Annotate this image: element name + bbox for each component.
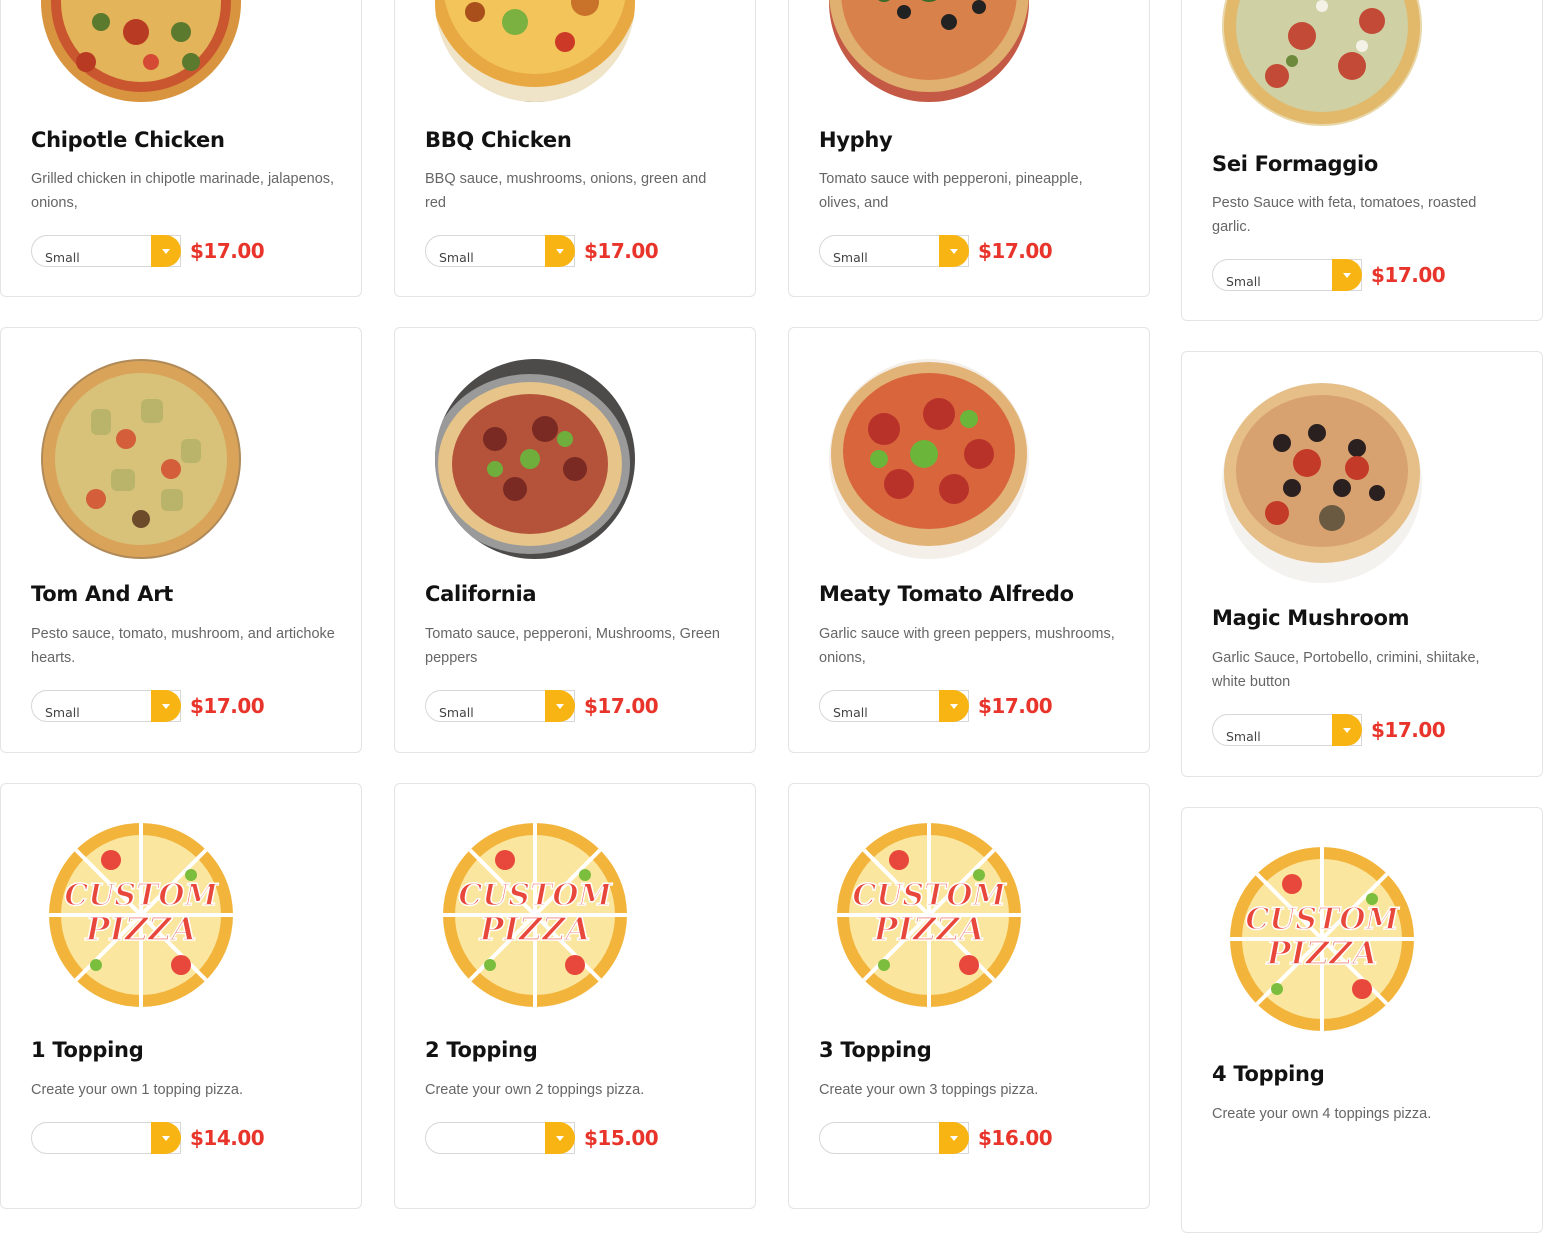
menu-grid: Chipotle Chicken Grilled chicken in chip… (0, 0, 1545, 1233)
hyphy-pizza-image[interactable] (829, 0, 1029, 102)
menu-card: CUSTOM PIZZA 2 Topping Create your own 2… (394, 783, 756, 1209)
dropdown-arrow-icon[interactable] (545, 690, 575, 722)
menu-card: CUSTOM PIZZA 1 Topping Create your own 1… (0, 783, 362, 1209)
pizza-description: Create your own 2 toppings pizza. (425, 1082, 645, 1098)
price: $16.00 (978, 1126, 1053, 1150)
size-select[interactable] (425, 1122, 575, 1154)
meaty-tomato-alfredo-pizza-image[interactable] (829, 359, 1029, 559)
pizza-description: BBQ sauce, mushrooms, onions, green and … (425, 171, 707, 211)
dropdown-arrow-icon[interactable] (1332, 259, 1362, 291)
price: $15.00 (584, 1126, 659, 1150)
size-select-value: Small (1226, 274, 1261, 289)
sei-formaggio-pizza-image[interactable] (1222, 0, 1422, 126)
menu-card: Sei Formaggio Pesto Sauce with feta, tom… (1181, 0, 1543, 321)
custom-logo-line2: PIZZA (873, 910, 985, 948)
pizza-title: Meaty Tomato Alfredo (819, 582, 1074, 606)
price: $17.00 (584, 239, 659, 263)
custom-pizza-logo-icon[interactable]: CUSTOM PIZZA (41, 815, 241, 1015)
pizza-description: Garlic sauce with green peppers, mushroo… (819, 626, 1115, 666)
menu-card: BBQ Chicken BBQ sauce, mushrooms, onions… (394, 0, 756, 297)
custom-logo-line1: CUSTOM (458, 878, 612, 913)
menu-card: Magic Mushroom Garlic Sauce, Portobello,… (1181, 351, 1543, 777)
custom-logo-line2: PIZZA (479, 910, 591, 948)
pizza-description: Grilled chicken in chipotle marinade, ja… (31, 171, 335, 211)
size-select[interactable]: Small (31, 690, 181, 722)
custom-pizza-logo-icon[interactable]: CUSTOM PIZZA (829, 815, 1029, 1015)
chipotle-chicken-pizza-image[interactable] (41, 0, 241, 102)
dropdown-arrow-icon[interactable] (545, 1122, 575, 1154)
size-select[interactable] (819, 1122, 969, 1154)
california-pizza-image[interactable] (435, 359, 635, 559)
pizza-title: Hyphy (819, 128, 893, 152)
menu-card: Tom And Art Pesto sauce, tomato, mushroo… (0, 327, 362, 753)
custom-logo-line1: CUSTOM (852, 878, 1006, 913)
size-select-value: Small (833, 705, 868, 720)
menu-card: CUSTOM PIZZA 4 Topping Create your own 4… (1181, 807, 1543, 1233)
tom-and-art-pizza-image[interactable] (41, 359, 241, 559)
custom-logo-line1: CUSTOM (64, 878, 218, 913)
price: $17.00 (978, 694, 1053, 718)
custom-pizza-logo-icon[interactable]: CUSTOM PIZZA (435, 815, 635, 1015)
price: $17.00 (190, 239, 265, 263)
pizza-description: Pesto sauce, tomato, mushroom, and artic… (31, 626, 335, 666)
pizza-description: Pesto Sauce with feta, tomatoes, roasted… (1212, 195, 1477, 235)
pizza-title: California (425, 582, 537, 606)
pizza-title: 3 Topping (819, 1038, 932, 1062)
size-select[interactable]: Small (1212, 714, 1362, 746)
pizza-description: Garlic Sauce, Portobello, crimini, shiit… (1212, 650, 1480, 690)
pizza-title: 4 Topping (1212, 1062, 1325, 1086)
price: $17.00 (1371, 263, 1446, 287)
price: $14.00 (190, 1126, 265, 1150)
dropdown-arrow-icon[interactable] (151, 235, 181, 267)
dropdown-arrow-icon[interactable] (939, 1122, 969, 1154)
size-select[interactable]: Small (425, 235, 575, 267)
pizza-description: Create your own 3 toppings pizza. (819, 1082, 1039, 1098)
custom-logo-line2: PIZZA (85, 910, 197, 948)
pizza-description: Create your own 4 toppings pizza. (1212, 1106, 1432, 1122)
size-select-value: Small (833, 250, 868, 265)
pizza-title: Tom And Art (31, 582, 174, 606)
magic-mushroom-pizza-image[interactable] (1222, 383, 1422, 583)
custom-logo-line1: CUSTOM (1245, 902, 1399, 937)
pizza-description: Tomato sauce with pepperoni, pineapple, … (819, 171, 1083, 211)
pizza-description: Tomato sauce, pepperoni, Mushrooms, Gree… (425, 626, 720, 666)
custom-logo-line2: PIZZA (1266, 934, 1378, 972)
size-select-value: Small (45, 250, 80, 265)
size-select[interactable]: Small (425, 690, 575, 722)
price: $17.00 (190, 694, 265, 718)
size-select-value: Small (439, 705, 474, 720)
size-select[interactable]: Small (819, 235, 969, 267)
price: $17.00 (978, 239, 1053, 263)
pizza-title: Magic Mushroom (1212, 606, 1410, 630)
size-select[interactable]: Small (819, 690, 969, 722)
pizza-title: 2 Topping (425, 1038, 538, 1062)
dropdown-arrow-icon[interactable] (151, 690, 181, 722)
dropdown-arrow-icon[interactable] (939, 235, 969, 267)
menu-card: CUSTOM PIZZA 3 Topping Create your own 3… (788, 783, 1150, 1209)
pizza-description: Create your own 1 topping pizza. (31, 1082, 243, 1098)
dropdown-arrow-icon[interactable] (939, 690, 969, 722)
dropdown-arrow-icon[interactable] (1332, 714, 1362, 746)
size-select[interactable] (31, 1122, 181, 1154)
bbq-chicken-pizza-image[interactable] (435, 0, 635, 102)
size-select[interactable]: Small (1212, 259, 1362, 291)
price: $17.00 (584, 694, 659, 718)
dropdown-arrow-icon[interactable] (545, 235, 575, 267)
menu-card: California Tomato sauce, pepperoni, Mush… (394, 327, 756, 753)
pizza-title: 1 Topping (31, 1038, 144, 1062)
price: $17.00 (1371, 718, 1446, 742)
size-select[interactable]: Small (31, 235, 181, 267)
menu-card: Meaty Tomato Alfredo Garlic sauce with g… (788, 327, 1150, 753)
pizza-title: Chipotle Chicken (31, 128, 225, 152)
size-select-value: Small (439, 250, 474, 265)
size-select-value: Small (1226, 729, 1261, 744)
pizza-title: Sei Formaggio (1212, 152, 1378, 176)
dropdown-arrow-icon[interactable] (151, 1122, 181, 1154)
pizza-title: BBQ Chicken (425, 128, 572, 152)
menu-card: Hyphy Tomato sauce with pepperoni, pinea… (788, 0, 1150, 297)
size-select-value: Small (45, 705, 80, 720)
menu-card: Chipotle Chicken Grilled chicken in chip… (0, 0, 362, 297)
custom-pizza-logo-icon[interactable]: CUSTOM PIZZA (1222, 839, 1422, 1039)
